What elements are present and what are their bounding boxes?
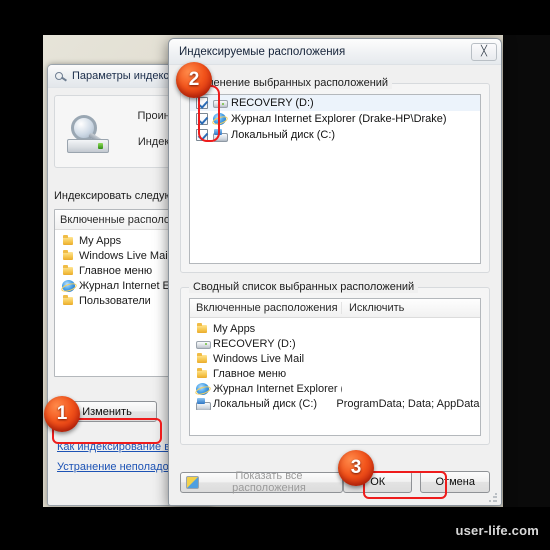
summary-table-rows: My Apps RECOVERY (D:) Windows Live Mail — [190, 318, 480, 411]
summary-table[interactable]: Включенные расположения Исключить My App… — [189, 298, 481, 436]
shield-icon — [186, 475, 199, 489]
resize-grip-icon[interactable] — [488, 493, 498, 503]
tree-row-label: Локальный диск (C:) — [231, 129, 336, 141]
internet-explorer-icon — [213, 113, 226, 125]
table-row[interactable]: Windows Live Mail — [190, 351, 480, 366]
dialog-title-text: Индексируемые расположения — [179, 45, 346, 58]
system-drive-icon — [196, 397, 211, 410]
indexed-locations-dialog[interactable]: Индексируемые расположения ╳ Изменение в… — [168, 38, 502, 506]
close-icon[interactable]: ╳ — [471, 42, 497, 61]
drive-icon — [213, 97, 228, 109]
summary-table-header: Включенные расположения Исключить — [190, 299, 480, 318]
cell-included: My Apps — [213, 322, 256, 335]
cell-included: Главное меню — [213, 367, 287, 380]
step-badge-3: 3 — [338, 450, 374, 486]
column-header-excluded: Исключить — [349, 302, 405, 314]
show-all-locations-button[interactable]: Показать все расположения — [180, 470, 343, 494]
locations-tree[interactable]: RECOVERY (D:) Журнал Internet Explorer (… — [189, 94, 481, 264]
table-row[interactable]: Журнал Internet Explorer (… — [190, 381, 480, 396]
tree-row[interactable]: Журнал Internet Explorer (Drake-HP\Drake… — [190, 111, 480, 127]
table-row[interactable]: RECOVERY (D:) — [190, 336, 480, 351]
folder-icon — [196, 368, 209, 380]
table-row[interactable]: Локальный диск (C:) ProgramData; Data; A… — [190, 396, 480, 411]
tree-row[interactable]: RECOVERY (D:) — [190, 95, 480, 111]
dialog-title-bar: Индексируемые расположения ╳ — [169, 39, 501, 65]
summary-locations-group: Сводный список выбранных расположений Вк… — [180, 281, 490, 445]
folder-icon — [196, 353, 209, 365]
folder-icon — [62, 295, 75, 307]
cell-included: RECOVERY (D:) — [213, 337, 296, 350]
folder-icon — [196, 323, 209, 335]
internet-explorer-icon — [196, 382, 209, 395]
magnifier-drive-icon — [65, 115, 111, 155]
site-watermark: user-life.com — [455, 523, 539, 538]
tree-row[interactable]: Локальный диск (C:) — [190, 127, 480, 143]
location-checkbox[interactable] — [196, 113, 208, 125]
dialog-body: Изменение выбранных расположений RECOVER… — [169, 65, 501, 445]
tree-row-label: Журнал Internet Explorer (Drake-HP\Drake… — [231, 113, 447, 125]
internet-explorer-icon — [62, 279, 75, 292]
drive-icon — [196, 338, 211, 350]
list-item-label: Пользователи — [79, 294, 151, 307]
change-selected-locations-group: Изменение выбранных расположений RECOVER… — [180, 77, 490, 273]
folder-icon — [62, 250, 75, 262]
show-all-locations-label: Показать все расположения — [232, 470, 306, 494]
step-badge-1: 1 — [44, 396, 80, 432]
tree-row-label: RECOVERY (D:) — [231, 97, 314, 109]
group-label-top: Изменение выбранных расположений — [189, 77, 393, 89]
indexing-options-icon — [54, 70, 68, 83]
column-header-included: Включенные расположения — [190, 302, 342, 314]
cell-included: Локальный диск (C:) — [213, 397, 318, 410]
cell-excluded: ProgramData; Data; AppData;… — [336, 397, 480, 410]
group-label-bottom: Сводный список выбранных расположений — [189, 281, 419, 293]
table-row[interactable]: My Apps — [190, 321, 480, 336]
list-item-label: My Apps — [79, 234, 122, 247]
step-badge-2: 2 — [176, 62, 212, 98]
location-checkbox[interactable] — [196, 129, 208, 141]
folder-icon — [62, 265, 75, 277]
screenshot-root: Параметры индексирования Проиндекси Инде… — [0, 0, 550, 550]
dialog-footer: Показать все расположения ОК Отмена — [169, 459, 501, 505]
location-checkbox[interactable] — [196, 97, 208, 109]
cell-included: Журнал Internet Explorer (… — [213, 382, 342, 395]
cell-included: Windows Live Mail — [213, 352, 305, 365]
system-drive-icon — [213, 129, 228, 142]
folder-icon — [62, 235, 75, 247]
cancel-button[interactable]: Отмена — [420, 471, 490, 493]
table-row[interactable]: Главное меню — [190, 366, 480, 381]
list-item-label: Главное меню — [79, 264, 153, 277]
list-item-label: Windows Live Mail — [79, 249, 171, 262]
